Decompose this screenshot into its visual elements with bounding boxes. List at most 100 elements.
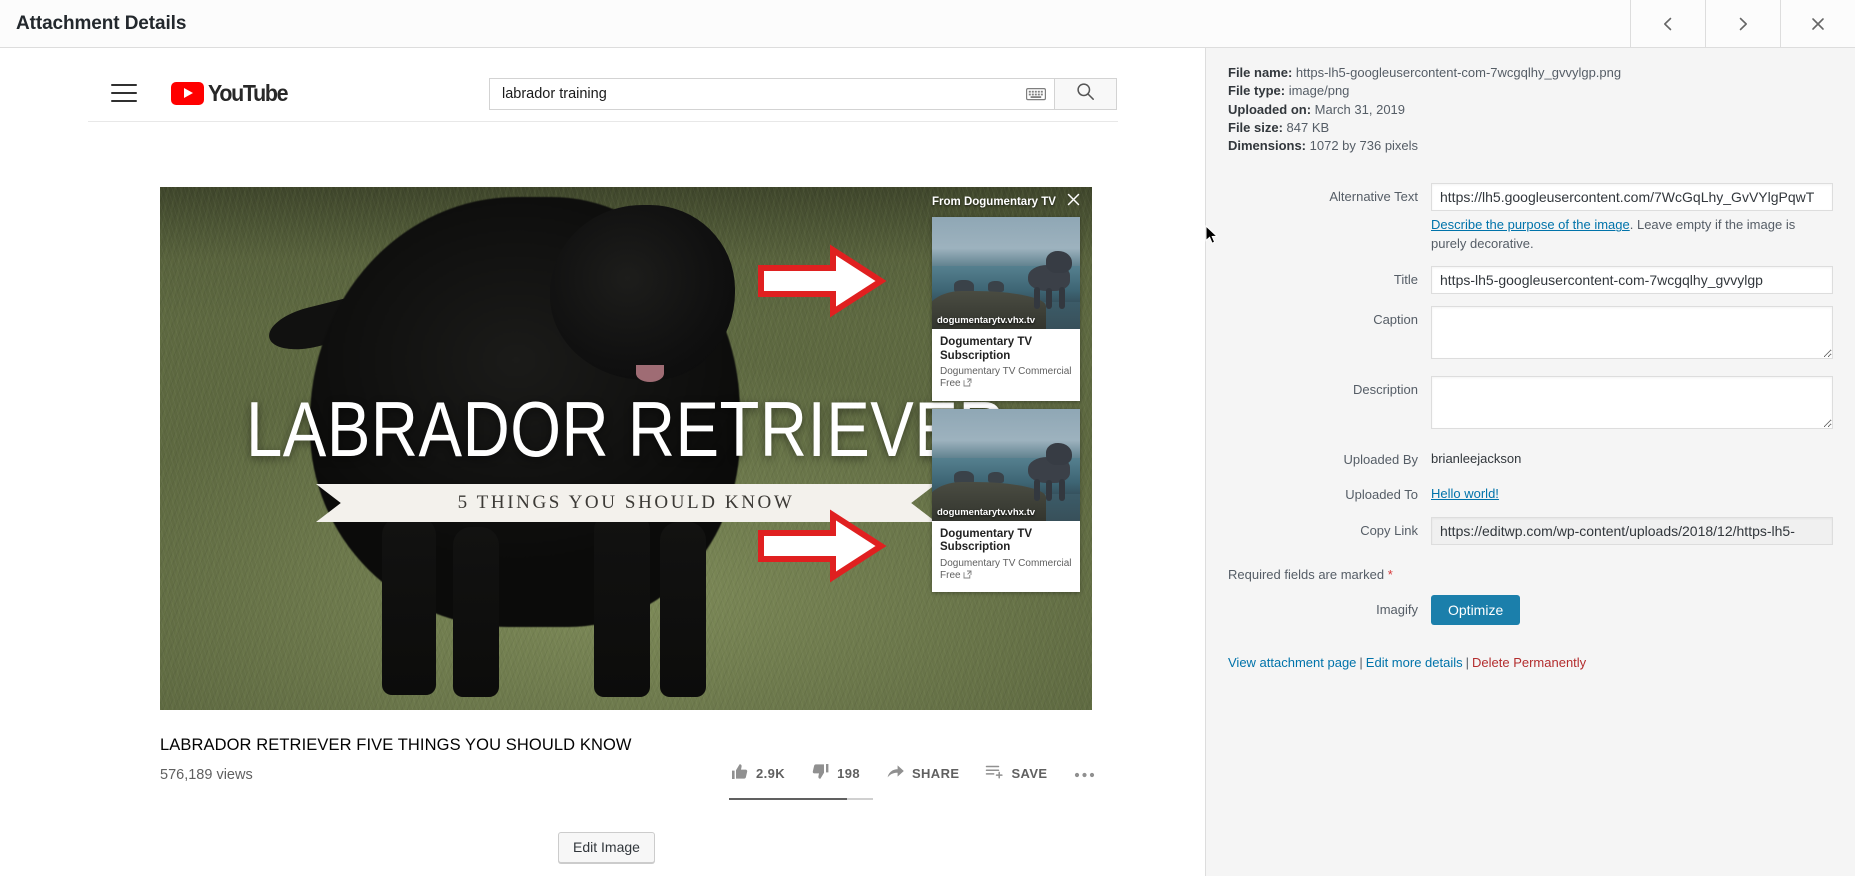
copy-link-label: Copy Link bbox=[1228, 517, 1431, 540]
uploaded-by-label: Uploaded By bbox=[1228, 446, 1431, 469]
ad-card-thumbnail: dogumentarytv.vhx.tv bbox=[932, 217, 1080, 329]
video-view-count: 576,189 views bbox=[160, 767, 253, 783]
search-submit-button[interactable] bbox=[1055, 78, 1117, 110]
describe-purpose-link[interactable]: Describe the purpose of the image bbox=[1431, 217, 1630, 232]
modal-header: Attachment Details bbox=[0, 0, 1855, 48]
meta-file-size: File size: 847 KB bbox=[1228, 119, 1833, 137]
imagify-row: Imagify Optimize bbox=[1228, 595, 1833, 625]
caption-textarea[interactable] bbox=[1431, 306, 1833, 359]
bottom-actions: View attachment page|Edit more details|D… bbox=[1228, 655, 1833, 670]
meta-dimensions-value: 1072 by 736 pixels bbox=[1310, 138, 1418, 153]
edit-image-button[interactable]: Edit Image bbox=[558, 832, 655, 863]
meta-dimensions: Dimensions: 1072 by 736 pixels bbox=[1228, 137, 1833, 155]
save-to-playlist-icon bbox=[985, 762, 1004, 784]
sea-rock bbox=[988, 281, 1004, 292]
ad-card-url: dogumentarytv.vhx.tv bbox=[937, 315, 1035, 326]
meta-file-name-value: https-lh5-googleusercontent-com-7wcgqlhy… bbox=[1296, 65, 1621, 80]
video-thumbnail-image[interactable]: LABRADOR RETRIEVER 5 THINGS YOU SHOULD K… bbox=[160, 187, 1092, 710]
title-row: Title bbox=[1228, 266, 1833, 294]
meta-file-type-value: image/png bbox=[1289, 83, 1350, 98]
required-fields-text: Required fields are marked bbox=[1228, 567, 1388, 582]
meta-file-size-label: File size: bbox=[1228, 120, 1283, 135]
youtube-topbar: YouTube bbox=[88, 65, 1118, 122]
save-label: SAVE bbox=[1011, 766, 1047, 781]
edit-more-details-link[interactable]: Edit more details bbox=[1366, 655, 1463, 670]
dog-leg bbox=[382, 517, 436, 695]
meta-file-size-value: 847 KB bbox=[1287, 120, 1330, 135]
ad-card-subtitle: Dogumentary TV Commercial Free bbox=[940, 558, 1072, 583]
keyboard-icon[interactable] bbox=[1026, 87, 1046, 101]
ad-card-subtitle: Dogumentary TV Commercial Free bbox=[940, 366, 1072, 391]
save-button[interactable]: SAVE bbox=[985, 762, 1047, 784]
share-button[interactable]: SHARE bbox=[886, 762, 960, 784]
uploaded-by-row: Uploaded By brianleejackson bbox=[1228, 446, 1833, 469]
next-attachment-button[interactable] bbox=[1705, 0, 1780, 47]
file-meta-block: File name: https-lh5-googleusercontent-c… bbox=[1228, 64, 1833, 155]
alt-text-row: Alternative Text Describe the purpose of… bbox=[1228, 183, 1833, 254]
close-icon[interactable] bbox=[1067, 193, 1080, 211]
search-box[interactable] bbox=[489, 78, 1055, 110]
search-input[interactable] bbox=[500, 85, 1026, 103]
dog-silhouette bbox=[1026, 249, 1074, 311]
dog-leg bbox=[453, 527, 499, 697]
description-textarea[interactable] bbox=[1431, 376, 1833, 429]
chevron-right-icon bbox=[1735, 16, 1751, 32]
meta-uploaded-on-value: March 31, 2019 bbox=[1315, 102, 1405, 117]
ad-overlay-title: From Dogumentary TV bbox=[932, 196, 1056, 208]
meta-file-type-label: File type: bbox=[1228, 83, 1285, 98]
alt-text-label: Alternative Text bbox=[1228, 183, 1431, 206]
alt-text-input[interactable] bbox=[1431, 183, 1833, 211]
share-icon bbox=[886, 762, 905, 784]
copy-link-input[interactable] bbox=[1431, 517, 1833, 545]
youtube-search bbox=[489, 78, 1117, 110]
view-attachment-page-link[interactable]: View attachment page bbox=[1228, 655, 1356, 670]
dog-tongue bbox=[636, 365, 664, 382]
more-button[interactable] bbox=[1074, 766, 1095, 781]
like-button[interactable]: 2.9K bbox=[730, 762, 785, 784]
ad-card-title: Dogumentary TV Subscription bbox=[940, 528, 1072, 555]
caption-row: Caption bbox=[1228, 306, 1833, 364]
dog-leg bbox=[660, 522, 706, 697]
ad-card-subtitle-text: Dogumentary TV Commercial Free bbox=[940, 558, 1072, 581]
search-icon bbox=[1076, 82, 1095, 106]
hamburger-menu-icon[interactable] bbox=[111, 84, 137, 102]
optimize-button[interactable]: Optimize bbox=[1431, 595, 1520, 625]
meta-file-name-label: File name: bbox=[1228, 65, 1292, 80]
ad-card-url: dogumentarytv.vhx.tv bbox=[937, 507, 1035, 518]
external-link-icon bbox=[963, 378, 972, 391]
ad-card-title: Dogumentary TV Subscription bbox=[940, 336, 1072, 363]
chevron-left-icon bbox=[1660, 16, 1676, 32]
copy-link-row: Copy Link bbox=[1228, 517, 1833, 545]
ad-card[interactable]: dogumentarytv.vhx.tv Dogumentary TV Subs… bbox=[932, 409, 1080, 593]
video-action-bar: 2.9K 198 SHARE SAVE bbox=[730, 762, 1095, 784]
previous-attachment-button[interactable] bbox=[1630, 0, 1705, 47]
ad-card[interactable]: dogumentarytv.vhx.tv Dogumentary TV Subs… bbox=[932, 217, 1080, 401]
attachment-preview-pane: YouTube bbox=[0, 48, 1205, 876]
youtube-logo[interactable]: YouTube bbox=[171, 80, 293, 107]
meta-uploaded-on-label: Uploaded on: bbox=[1228, 102, 1311, 117]
attachment-details-pane: File name: https-lh5-googleusercontent-c… bbox=[1205, 48, 1855, 876]
close-modal-button[interactable] bbox=[1780, 0, 1855, 47]
dislike-button[interactable]: 198 bbox=[811, 762, 860, 784]
ad-overlay-header: From Dogumentary TV bbox=[930, 187, 1082, 217]
delete-permanently-link[interactable]: Delete Permanently bbox=[1472, 655, 1586, 670]
share-label: SHARE bbox=[912, 766, 960, 781]
alt-text-help: Describe the purpose of the image. Leave… bbox=[1431, 216, 1833, 254]
action-separator: | bbox=[1356, 655, 1365, 670]
video-subbanner-label: 5 THINGS YOU SHOULD KNOW bbox=[458, 492, 795, 514]
description-row: Description bbox=[1228, 376, 1833, 434]
thumbs-up-icon bbox=[730, 762, 749, 784]
required-fields-note: Required fields are marked * bbox=[1228, 567, 1833, 582]
uploaded-to-value: Hello world! bbox=[1431, 481, 1833, 501]
uploaded-to-link[interactable]: Hello world! bbox=[1431, 486, 1499, 501]
like-ratio-bar bbox=[729, 798, 873, 800]
more-options-icon bbox=[1074, 766, 1095, 781]
title-input[interactable] bbox=[1431, 266, 1833, 294]
annotation-arrow-icon bbox=[755, 507, 887, 585]
ad-card-body: Dogumentary TV Subscription Dogumentary … bbox=[932, 521, 1080, 593]
attachment-fields: Alternative Text Describe the purpose of… bbox=[1228, 183, 1833, 544]
ad-card-subtitle-text: Dogumentary TV Commercial Free bbox=[940, 366, 1072, 389]
annotation-arrow-icon bbox=[755, 242, 887, 320]
dog-head bbox=[550, 205, 735, 380]
meta-file-name: File name: https-lh5-googleusercontent-c… bbox=[1228, 64, 1833, 82]
